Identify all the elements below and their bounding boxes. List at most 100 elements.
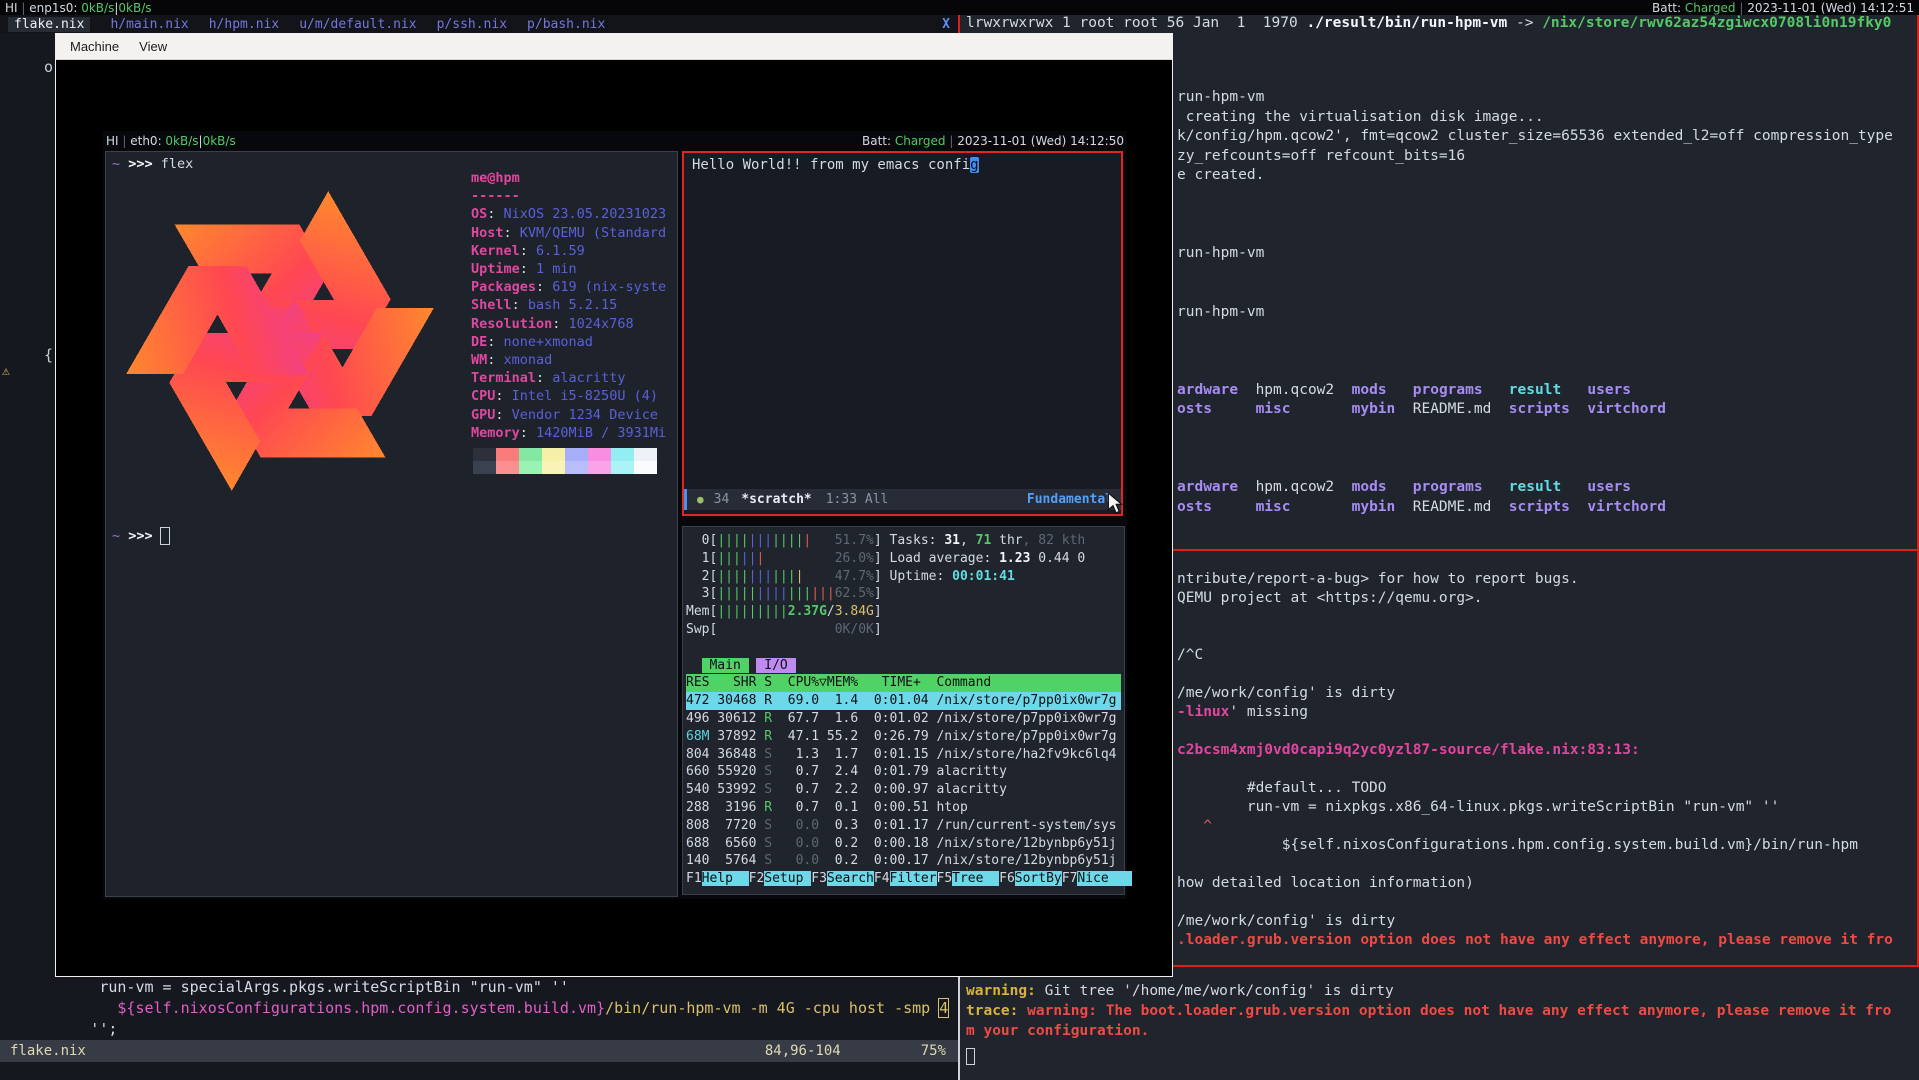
text-segment [1334,382,1351,398]
text-segment: Host [471,225,504,241]
text-segment: 6.1.59 [536,243,585,259]
text-segment: scripts [1509,499,1570,515]
terminal-line [1177,205,1893,225]
text-segment: 1.23 [999,551,1030,566]
text-segment: result [1509,479,1561,495]
terminal-line: ardware hpm.qcow2 mods programs result u… [1177,381,1893,401]
terminal-output-top: run-hpm-vm creating the virtualisation d… [1177,88,1893,517]
text-segment: : [487,334,503,350]
text-segment: 140 5764 [686,853,764,868]
text-segment: ardware [1177,479,1238,495]
menu-view[interactable]: View [131,37,175,56]
editor-modeline: flake.nix 84,96-104 75% [0,1040,958,1062]
text-segment: ||| [788,586,811,601]
vm-htop-window[interactable]: 0[|||||||||||| 51.7%] Tasks: 31, 71 thr,… [682,526,1125,895]
color-swatch [611,448,634,461]
terminal-line: CPU: Intel i5-8250U (4) [471,387,666,405]
text-segment: Resolution [471,316,552,332]
text-segment: Nice [1077,871,1116,886]
text-segment [686,658,702,673]
terminal-line: Kernel: 6.1.59 [471,242,666,260]
palette-row [473,448,657,461]
terminal-line [1177,420,1893,440]
text-segment: Packages [471,279,536,295]
text-segment: 31 [944,533,960,548]
qemu-menu-bar: Machine View [56,34,1172,60]
text-segment: Intel i5-8250U (4) [512,388,658,404]
terminal-line [1177,186,1893,206]
text-segment: m your configuration. [966,1023,1149,1039]
editor-tab-active[interactable]: flake.nix [8,17,90,32]
text-segment: 0.2 0:00.17 /nix/store/12bynbp6y51j [819,853,1116,868]
terminal-line: ------ [471,187,666,205]
modeline-buffer-name: *scratch* [741,492,811,507]
text-segment: Filter [890,871,937,886]
text-segment [1387,479,1413,495]
text-segment: 619 (nix-syste [552,279,666,295]
terminal-line: ^ [1177,817,1893,836]
editor-tab[interactable]: p/ssh.nix [437,17,507,32]
text-segment: : [520,261,536,277]
qemu-window[interactable]: Machine View HI | eth0: 0kB/s|0kB/s Batt… [55,33,1173,977]
text-segment: README.md [1413,401,1492,417]
text-segment: |||| [717,533,748,548]
terminal-line [1177,627,1893,646]
text-segment: Vendor 1234 Device [512,407,658,423]
text-segment: ||| [749,533,772,548]
terminal-line [1177,322,1893,342]
text-segment [772,853,795,868]
color-swatch [473,461,496,474]
text-segment: : [536,370,552,386]
text-segment: |||| [756,586,787,601]
terminal-line [1177,342,1893,362]
close-icon[interactable]: X [942,17,950,32]
text-segment [1491,499,1508,515]
emacs-modeline: ● 34 *scratch* 1:33 All Fundamental [684,489,1121,510]
terminal-line [1177,722,1893,741]
text-segment: mybin [1352,401,1396,417]
terminal-line: WM: xmonad [471,351,666,369]
text-segment [764,551,834,566]
text-segment: run-vm = specialArgs.pkgs.writeScriptBin… [0,978,569,996]
text-segment: Search [827,871,874,886]
text-segment: | [18,1,30,15]
text-segment: I/O [756,658,795,673]
text-segment: R [764,711,772,726]
modeline-number: 34 [714,492,730,507]
text-segment: OS [471,206,487,222]
text-segment: Memory [471,425,520,441]
editor-tab[interactable]: h/main.nix [110,17,188,32]
buffer-status-dot: ● [697,493,704,506]
text-segment: 68M [686,729,709,744]
text-segment: Help [702,871,749,886]
text-segment: 0.2 0:00.18 /nix/store/12bynbp6y51j [819,836,1116,851]
text-segment: 808 7720 [686,818,764,833]
color-swatch [473,448,496,461]
text-segment: 660 55920 [686,764,764,779]
editor-tab[interactable]: h/hpm.nix [209,17,279,32]
text-segment: osts [1177,401,1212,417]
editor-tab[interactable]: u/m/default.nix [299,17,416,32]
editor-tab[interactable]: p/bash.nix [527,17,605,32]
text-segment: : [487,352,503,368]
text-segment: | [119,134,131,148]
text-segment: 2023-11-01 (Wed) 14:12:50 [957,134,1124,148]
text-segment: |||| [717,569,748,584]
text-segment: xmonad [504,352,553,368]
text-segment: programs [1413,479,1483,495]
text-segment: Setup [764,871,811,886]
text-segment [1291,499,1352,515]
text-segment: users [1587,479,1631,495]
text-segment: hpm.qcow2 [1256,382,1335,398]
text-segment: Git tree '/home/me/work/config' is dirty [1036,983,1394,999]
menu-machine[interactable]: Machine [62,37,127,56]
text-segment: mybin [1352,499,1396,515]
text-segment: trace: [966,1003,1018,1019]
terminal-line: .loader.grub.version option does not hav… [1177,931,1893,950]
terminal-output-warnings: warning: Git tree '/home/me/work/config'… [966,981,1891,1041]
text-segment: ' missing [1229,704,1308,720]
vm-emacs-window[interactable]: Hello World!! from my emacs config ● 34 … [682,151,1123,516]
vm-terminal-window[interactable]: ~ >>> flex [105,151,678,897]
text-segment [717,622,834,637]
text-segment: F2 [749,871,765,886]
